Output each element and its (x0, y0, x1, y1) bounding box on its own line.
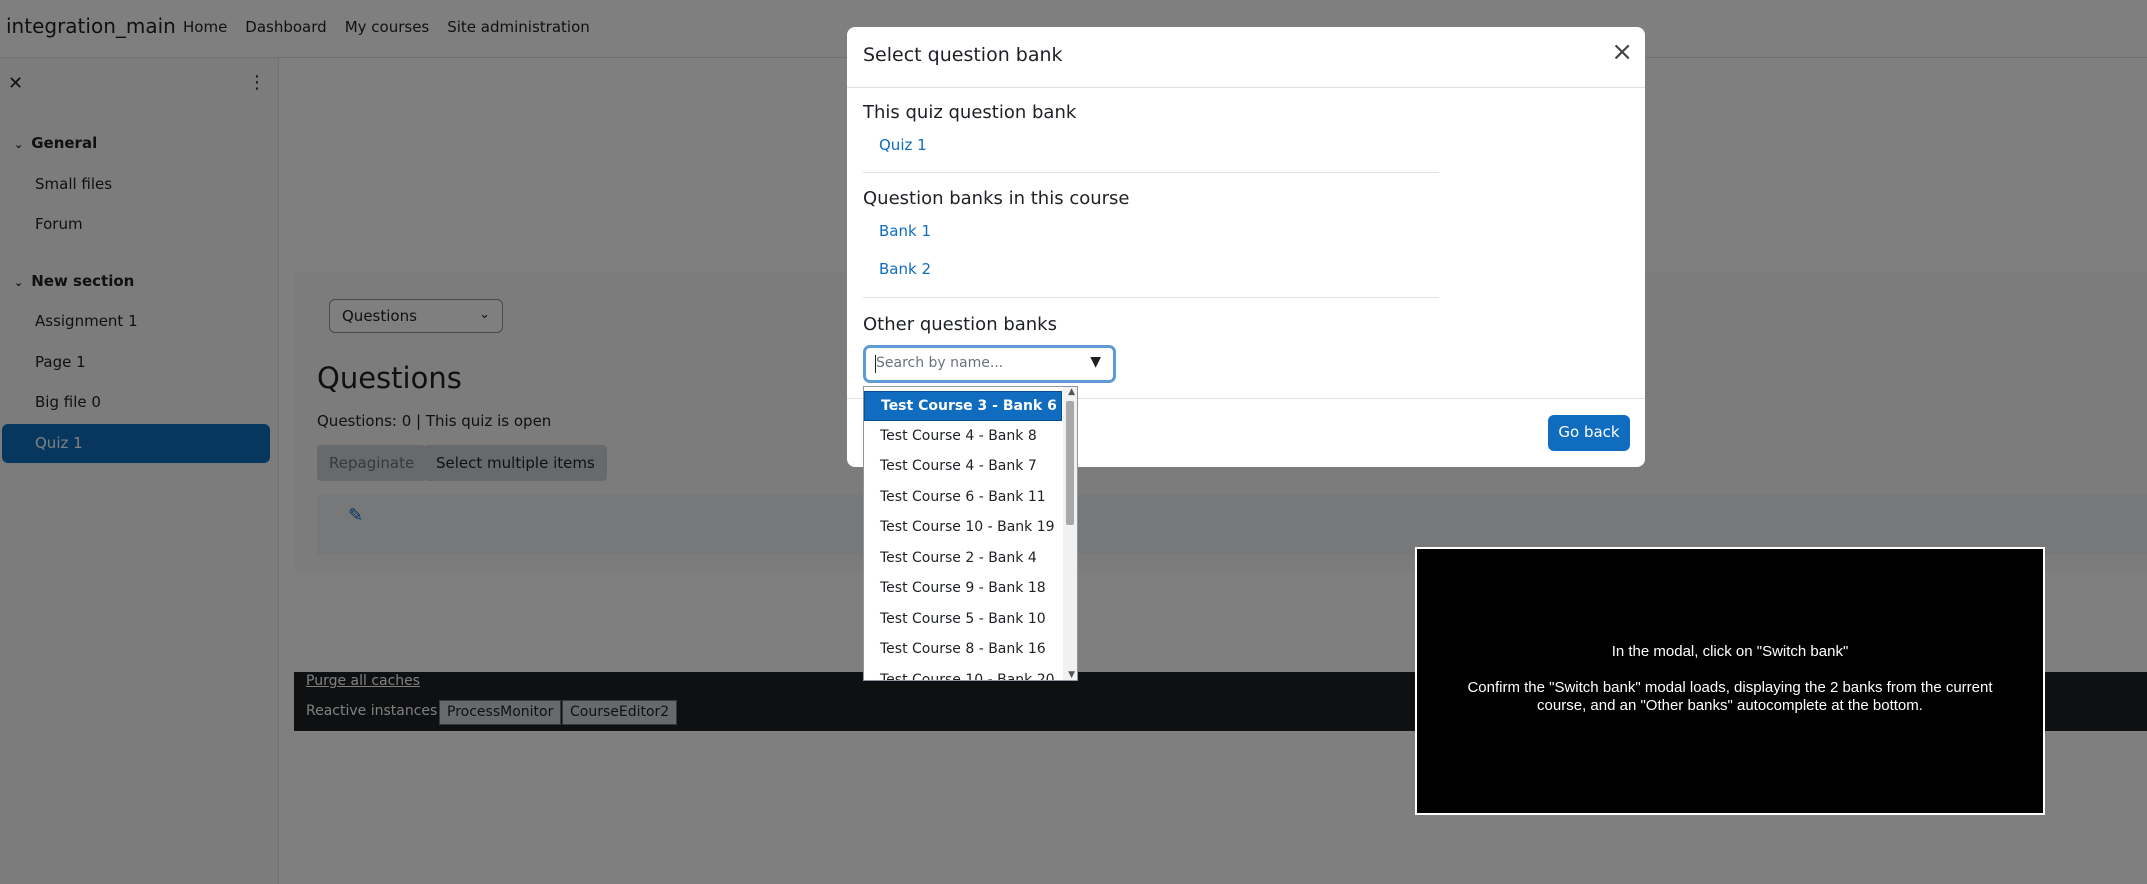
suggestion-option[interactable]: Test Course 2 - Bank 4 (864, 544, 1062, 574)
dropdown-arrow-icon[interactable]: ▼ (1090, 354, 1101, 370)
scroll-up-icon[interactable]: ▲ (1068, 387, 1075, 397)
course-bank-link[interactable]: Bank 2 (879, 260, 931, 278)
instruction-detail: Confirm the "Switch bank" modal loads, d… (1467, 679, 1993, 714)
course-bank-link[interactable]: Bank 1 (879, 222, 931, 240)
course-banks-heading: Question banks in this course (863, 188, 1130, 209)
section-divider (863, 297, 1439, 298)
modal-header-divider (847, 87, 1645, 88)
scrollbar[interactable]: ▲ ▼ (1063, 387, 1077, 680)
instruction-overlay: In the modal, click on "Switch bank" Con… (1415, 547, 2045, 815)
section-divider (863, 172, 1439, 173)
modal-title: Select question bank (863, 44, 1063, 66)
quiz-bank-heading: This quiz question bank (863, 102, 1077, 123)
search-placeholder: Search by name... (876, 355, 1004, 371)
suggestion-option[interactable]: Test Course 10 - Bank 20 (864, 666, 1062, 680)
other-banks-search-input[interactable]: Search by name... ▼ (863, 345, 1116, 383)
suggestion-option[interactable]: Test Course 10 - Bank 19 (864, 513, 1062, 543)
suggestion-option[interactable]: Test Course 5 - Bank 10 (864, 605, 1062, 635)
go-back-button[interactable]: Go back (1548, 415, 1630, 451)
scrollbar-thumb[interactable] (1066, 401, 1074, 525)
suggestion-option[interactable]: Test Course 4 - Bank 7 (864, 452, 1062, 482)
other-banks-suggestions[interactable]: Test Course 3 - Bank 6 Test Course 4 - B… (863, 386, 1078, 681)
suggestion-option[interactable]: Test Course 8 - Bank 16 (864, 635, 1062, 665)
suggestion-option[interactable]: Test Course 9 - Bank 18 (864, 574, 1062, 604)
suggestion-option[interactable]: Test Course 3 - Bank 6 (864, 391, 1062, 421)
other-banks-heading: Other question banks (863, 314, 1057, 335)
suggestion-option[interactable]: Test Course 6 - Bank 11 (864, 483, 1062, 513)
quiz-bank-link[interactable]: Quiz 1 (879, 136, 927, 154)
instruction-step: In the modal, click on "Switch bank" (1611, 643, 1849, 660)
close-icon[interactable]: × (1611, 39, 1633, 65)
scroll-down-icon[interactable]: ▼ (1068, 670, 1075, 680)
suggestion-option[interactable]: Test Course 4 - Bank 8 (864, 422, 1062, 452)
